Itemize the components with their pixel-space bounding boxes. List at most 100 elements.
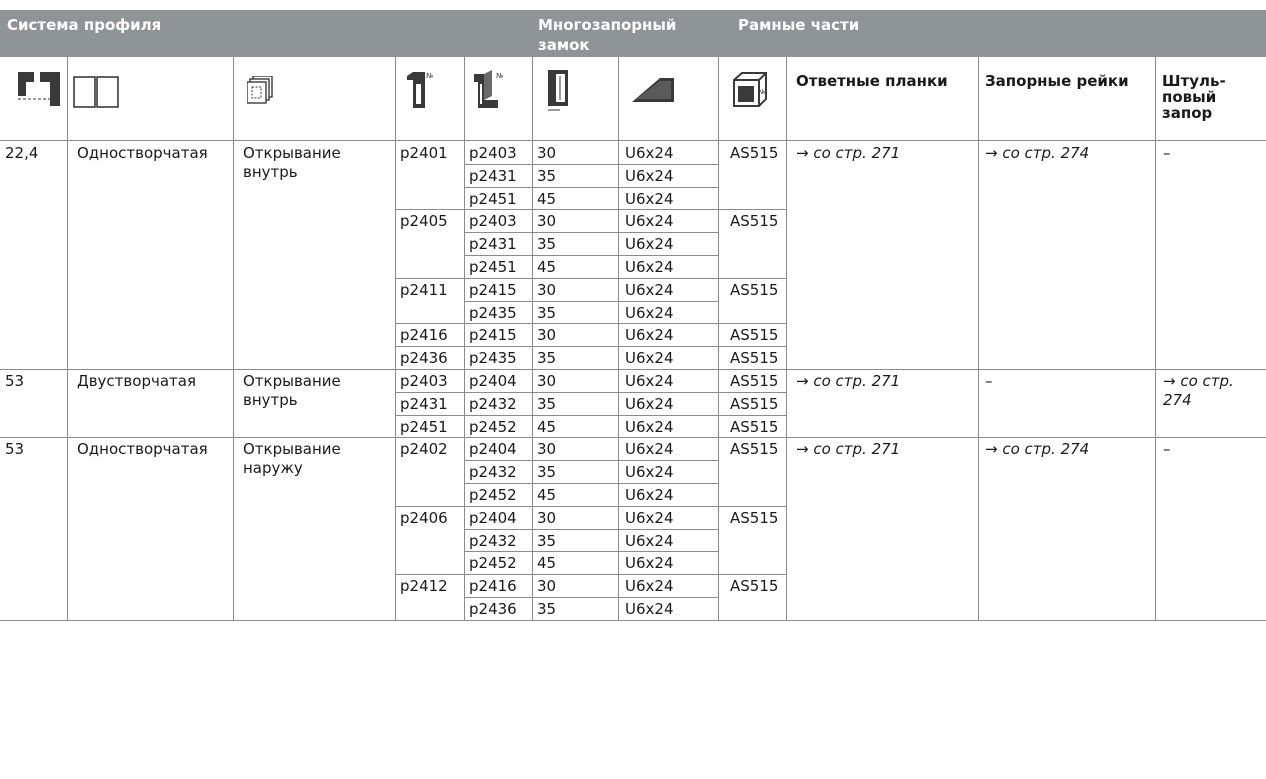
cell-backset: 35 [537,235,557,254]
cell-groove: U6x24 [625,326,674,345]
cell-window-type: Двустворчатая [77,372,196,390]
cell-locking-bars: – [985,372,993,390]
header-column-divider [67,57,68,141]
cell-backset: 35 [537,166,557,185]
column-divider [618,391,619,415]
column-divider [786,437,787,620]
cell-sash-profile: p2432 [469,463,517,482]
cell-frame-part: AS515 [730,349,779,368]
cell-sash-profile: p2431 [469,166,517,185]
cell-backset: 30 [537,577,557,596]
column-divider [532,437,533,506]
profile-system-icon [18,72,60,106]
cell-groove: U6x24 [625,486,674,504]
cell-frame-profile: p2403 [400,372,448,390]
cell-frame-profile: p2401 [400,144,448,162]
column-divider [718,323,719,347]
column-shtulp-line3: запор [1162,104,1213,122]
column-divider [395,141,396,369]
column-divider [464,505,465,575]
column-divider [718,391,719,415]
cell-frame-profile: p2412 [400,577,448,596]
column-locking-bars: Запорные рейки [985,72,1129,90]
column-divider [618,346,619,369]
cell-sash-profile: p2432 [469,531,517,550]
cell-frame-profile: p2405 [400,212,448,231]
header-column-divider [532,57,533,141]
cell-backset: 35 [537,303,557,322]
cell-system: 53 [5,372,25,390]
column-divider [464,346,465,369]
cell-sash-profile: p2403 [469,144,517,162]
column-divider [464,391,465,415]
cell-sash-profile: p2452 [469,486,517,504]
header-frame-parts: Рамные части [738,16,860,34]
column-divider [718,369,719,392]
cell-backset: 35 [537,600,557,618]
cell-groove: U6x24 [625,508,674,527]
cell-opening: наружу [243,459,303,478]
cell-groove: U6x24 [625,280,674,299]
column-divider [718,414,719,438]
cell-backset: 45 [537,554,557,573]
cell-sash-profile: p2404 [469,440,517,459]
cell-backset: 35 [537,463,557,482]
column-divider [532,505,533,575]
cell-groove: U6x24 [625,577,674,596]
cell-backset: 35 [537,394,557,413]
cell-groove: U6x24 [625,600,674,618]
header-column-divider [395,57,396,141]
cell-frame-profile: p2411 [400,280,448,299]
column-divider [718,505,719,575]
column-divider [233,437,234,620]
column-divider [464,209,465,278]
cell-system: 22,4 [5,144,39,162]
cell-locking-bars: → со стр. 274 [985,144,1090,162]
header-multilock-line1: Многозапорный [538,16,677,34]
cell-sash-profile: p2404 [469,372,517,390]
cell-groove: U6x24 [625,189,674,208]
cell-window-type: Одностворчатая [77,440,208,459]
cell-frame-part: AS515 [730,144,779,162]
cell-frame-profile: p2451 [400,417,448,436]
header-column-divider [786,57,787,141]
column-divider [618,209,619,278]
cell-backset: 45 [537,417,557,436]
column-divider [464,323,465,347]
cell-opening: внутрь [243,391,298,409]
column-divider [786,141,787,369]
cell-shtulp: – [1163,440,1171,459]
cell-strike-plates: → со стр. 271 [796,372,901,390]
column-divider [532,346,533,369]
cell-groove: U6x24 [625,235,674,254]
column-divider [67,437,68,620]
column-divider [1155,437,1156,620]
cell-frame-part: AS515 [730,212,779,231]
cell-frame-profile: p2431 [400,394,448,413]
svg-text:№: № [426,72,433,80]
cell-sash-profile: p2452 [469,417,517,436]
svg-text:№: № [496,72,503,80]
cell-groove: U6x24 [625,144,674,162]
specification-table: Система профиля Многозапорный замок Рамн… [0,0,1266,779]
svg-text:№: № [758,88,765,96]
header-column-divider [464,57,465,141]
cell-frame-profile: p2436 [400,349,448,368]
frame-row-rule [395,574,786,576]
cell-sash-profile: p2435 [469,349,517,368]
cell-window-type: Одностворчатая [77,144,208,162]
frame-row-rule [395,323,786,325]
column-divider [618,323,619,347]
column-divider [464,141,465,210]
cell-groove: U6x24 [625,394,674,413]
cell-backset: 30 [537,440,557,459]
cell-sash-profile: p2451 [469,258,517,276]
column-divider [532,391,533,415]
cell-groove: U6x24 [625,417,674,436]
cell-groove: U6x24 [625,303,674,322]
header-column-divider [718,57,719,141]
opening-type-icon [247,76,273,104]
column-shtulp-line2: повый [1162,88,1217,106]
cell-shtulp: 274 [1163,391,1192,409]
cell-sash-profile: p2452 [469,554,517,573]
